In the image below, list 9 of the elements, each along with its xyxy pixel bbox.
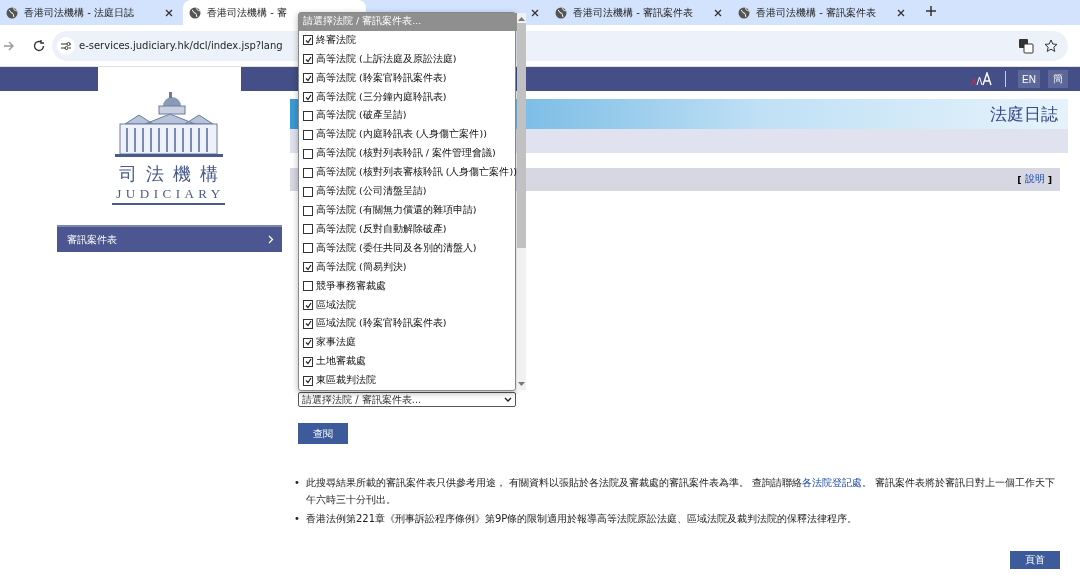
note-text: 香港法例第221章《刑事訴訟程序條例》第9P條的限制適用於報導高等法院原訟法庭、區域法院及裁判法院的保釋法律程序。	[305, 512, 858, 526]
logo-english-text: JUDICIARY	[112, 186, 225, 205]
bullet: •	[294, 476, 300, 490]
page-title: 法庭日誌	[990, 102, 1058, 126]
bullet: •	[294, 512, 300, 526]
note-text: 此搜尋結果所載的審訊案件表只供參考用途， 有關資料以張貼於各法院及審裁處的審訊案件表為準。 查詢請聯絡各法院登記處。 審訊案件表將於審訊日對上一個工作天下午六時三十分刊出。	[305, 476, 1057, 507]
logo-chinese-text: 司法機構	[118, 162, 227, 186]
bracket-text: [	[1017, 174, 1022, 185]
bracket-text: ]	[1047, 174, 1052, 185]
